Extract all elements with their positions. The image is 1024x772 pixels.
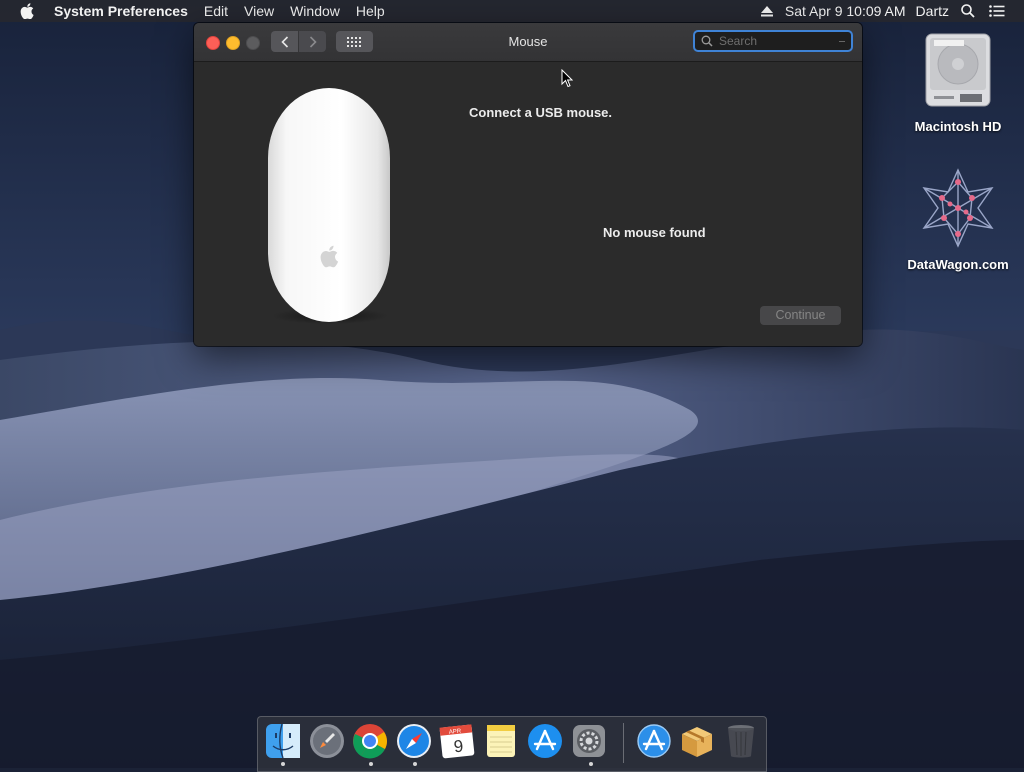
menu-help[interactable]: Help — [348, 0, 393, 22]
menu-bar: System Preferences Edit View Window Help… — [0, 0, 1024, 22]
search-field[interactable] — [693, 30, 853, 52]
magic-mouse-image — [258, 86, 398, 331]
finder-icon — [266, 723, 300, 759]
grid-icon — [346, 36, 361, 47]
menubar-user[interactable]: Dartz — [911, 3, 954, 19]
dock-launchpad[interactable] — [308, 722, 346, 760]
dock-safari[interactable] — [395, 722, 433, 760]
launchpad-icon — [310, 724, 344, 758]
dock-installer[interactable] — [678, 722, 716, 760]
applications-folder-icon — [637, 724, 671, 758]
spotlight-search-icon[interactable] — [954, 4, 982, 18]
back-button[interactable] — [271, 31, 298, 52]
window-content: Connect a USB mouse. No mouse found Cont… — [194, 62, 862, 346]
calendar-icon: APR 9 — [439, 724, 475, 759]
menubar-clock[interactable]: Sat Apr 9 10:09 AM — [780, 3, 911, 19]
running-indicator — [369, 762, 373, 766]
dock-applications-folder[interactable] — [635, 722, 673, 760]
menu-view[interactable]: View — [236, 0, 282, 22]
connect-usb-message: Connect a USB mouse. — [469, 105, 613, 120]
no-mouse-status: No mouse found — [603, 225, 706, 240]
desktop-icon-datawagon[interactable]: DataWagon.com — [903, 168, 1013, 272]
forward-button[interactable] — [299, 31, 326, 52]
dock-calendar[interactable]: APR 9 — [438, 722, 476, 760]
zoom-button[interactable] — [246, 36, 260, 50]
dock-trash[interactable] — [722, 722, 760, 760]
notification-center-icon[interactable] — [982, 5, 1012, 17]
running-indicator — [589, 762, 593, 766]
desktop-icon-macintosh-hd[interactable]: Macintosh HD — [903, 30, 1013, 134]
mouse-preferences-window: Mouse Search Connect a USB mouse. No mou… — [194, 23, 862, 346]
minimize-button[interactable] — [226, 36, 240, 50]
search-icon — [701, 35, 713, 47]
dock-separator — [623, 723, 624, 763]
chevron-right-icon — [309, 35, 317, 48]
chevron-left-icon — [280, 35, 288, 48]
close-button[interactable] — [206, 36, 220, 50]
menu-window[interactable]: Window — [282, 0, 348, 22]
search-input[interactable] — [717, 33, 839, 49]
trash-icon — [728, 725, 754, 758]
safari-icon — [397, 724, 431, 758]
chrome-icon — [353, 724, 387, 759]
network-star-icon — [903, 168, 1013, 253]
dock-app-store[interactable] — [526, 722, 564, 760]
window-titlebar[interactable]: Mouse — [194, 23, 862, 62]
dock-notes[interactable] — [482, 722, 520, 760]
dock-system-preferences[interactable] — [570, 722, 608, 760]
calendar-day: 9 — [453, 736, 464, 756]
hard-drive-icon — [903, 30, 1013, 115]
show-all-button[interactable] — [336, 31, 373, 52]
running-indicator — [413, 762, 417, 766]
dock-finder[interactable] — [264, 722, 302, 760]
desktop-icon-label: Macintosh HD — [914, 119, 1002, 134]
menu-edit[interactable]: Edit — [196, 0, 236, 22]
mouse-cursor-icon — [561, 69, 573, 88]
notes-icon — [487, 725, 515, 757]
dock-chrome[interactable] — [351, 722, 389, 760]
running-indicator — [281, 762, 285, 766]
clear-search-icon[interactable] — [839, 40, 845, 42]
app-store-icon — [528, 724, 562, 758]
desktop-icon-label: DataWagon.com — [907, 257, 1009, 272]
menu-app-name[interactable]: System Preferences — [46, 0, 196, 22]
system-preferences-icon — [573, 725, 605, 757]
apple-logo-icon[interactable] — [16, 3, 38, 19]
continue-button[interactable]: Continue — [760, 306, 841, 325]
dock: APR 9 — [257, 716, 767, 772]
eject-icon[interactable] — [754, 5, 780, 17]
package-icon — [682, 727, 712, 757]
